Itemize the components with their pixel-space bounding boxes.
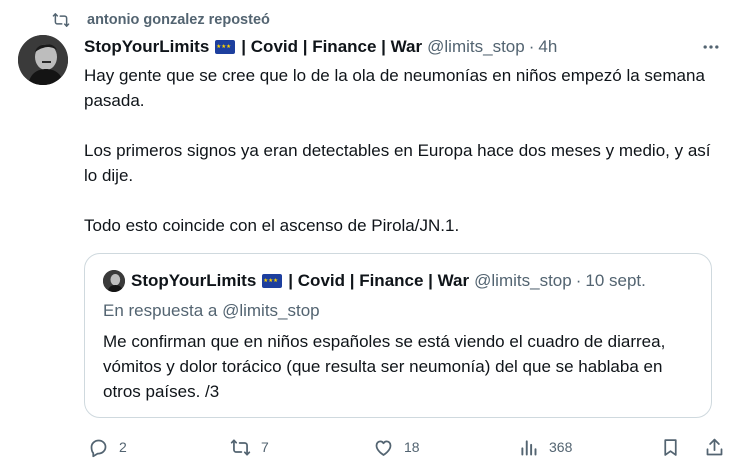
display-name: StopYourLimits xyxy=(84,37,210,56)
separator-dot: · xyxy=(575,271,582,290)
author-handle[interactable]: @limits_stop xyxy=(427,37,525,57)
quoted-tweet-text: Me confirman que en niños españoles se e… xyxy=(103,332,666,401)
eu-flag-icon xyxy=(262,274,283,288)
name-suffix: | Covid | Finance | War xyxy=(241,37,423,56)
tweet-header: StopYourLimits | Covid | Finance | War @… xyxy=(84,35,722,59)
like-button[interactable]: 18 xyxy=(373,432,420,462)
action-bar: 2 7 18 368 xyxy=(84,432,728,462)
avatar-portrait-image xyxy=(18,35,68,85)
share-button[interactable] xyxy=(704,432,735,462)
repost-button[interactable]: 7 xyxy=(230,432,269,462)
repost-label: antonio gonzalez reposteó xyxy=(87,12,270,28)
avatar[interactable] xyxy=(18,35,68,85)
separator-dot: · xyxy=(528,37,535,56)
more-icon xyxy=(703,45,719,49)
quoted-tweet[interactable]: StopYourLimits | Covid | Finance | War @… xyxy=(84,253,712,418)
bookmark-icon xyxy=(664,438,677,456)
eu-flag-icon xyxy=(215,40,236,54)
quoted-author-name: StopYourLimits | Covid | Finance | War xyxy=(131,271,469,291)
tweet-text: Hay gente que se cree que lo de la ola d… xyxy=(84,63,724,238)
timestamp[interactable]: 4h xyxy=(538,37,557,57)
repost-icon xyxy=(230,439,251,455)
repost-icon xyxy=(52,13,70,27)
views-button[interactable]: 368 xyxy=(518,432,572,462)
tweet-paragraph: Los primeros signos ya eran detectables … xyxy=(84,141,711,185)
quoted-handle: @limits_stop xyxy=(474,271,572,290)
quoted-timestamp: 10 sept. xyxy=(585,271,646,290)
quoted-display-name: StopYourLimits xyxy=(131,271,257,290)
repost-count: 7 xyxy=(261,439,269,455)
quoted-avatar-image xyxy=(103,270,125,292)
quoted-tweet-header: StopYourLimits | Covid | Finance | War @… xyxy=(103,270,646,292)
like-count: 18 xyxy=(404,439,420,455)
author-name[interactable]: StopYourLimits | Covid | Finance | War xyxy=(84,37,422,57)
reply-count: 2 xyxy=(119,439,127,455)
views-count: 368 xyxy=(549,439,573,455)
share-icon xyxy=(706,438,723,455)
reply-context: En respuesta a @limits_stop xyxy=(103,301,320,320)
views-icon xyxy=(521,439,537,455)
tweet-paragraph: Hay gente que se cree que lo de la ola d… xyxy=(84,66,705,110)
reply-button[interactable]: 2 xyxy=(88,432,127,462)
more-button[interactable] xyxy=(700,35,722,59)
tweet-paragraph: Todo esto coincide con el ascenso de Pir… xyxy=(84,216,460,235)
repost-indicator[interactable]: antonio gonzalez reposteó xyxy=(52,9,270,31)
reply-icon xyxy=(90,439,107,457)
bookmark-button[interactable] xyxy=(660,432,691,462)
quoted-name-suffix: | Covid | Finance | War xyxy=(288,271,470,290)
like-icon xyxy=(375,440,392,456)
quoted-avatar xyxy=(103,270,125,292)
